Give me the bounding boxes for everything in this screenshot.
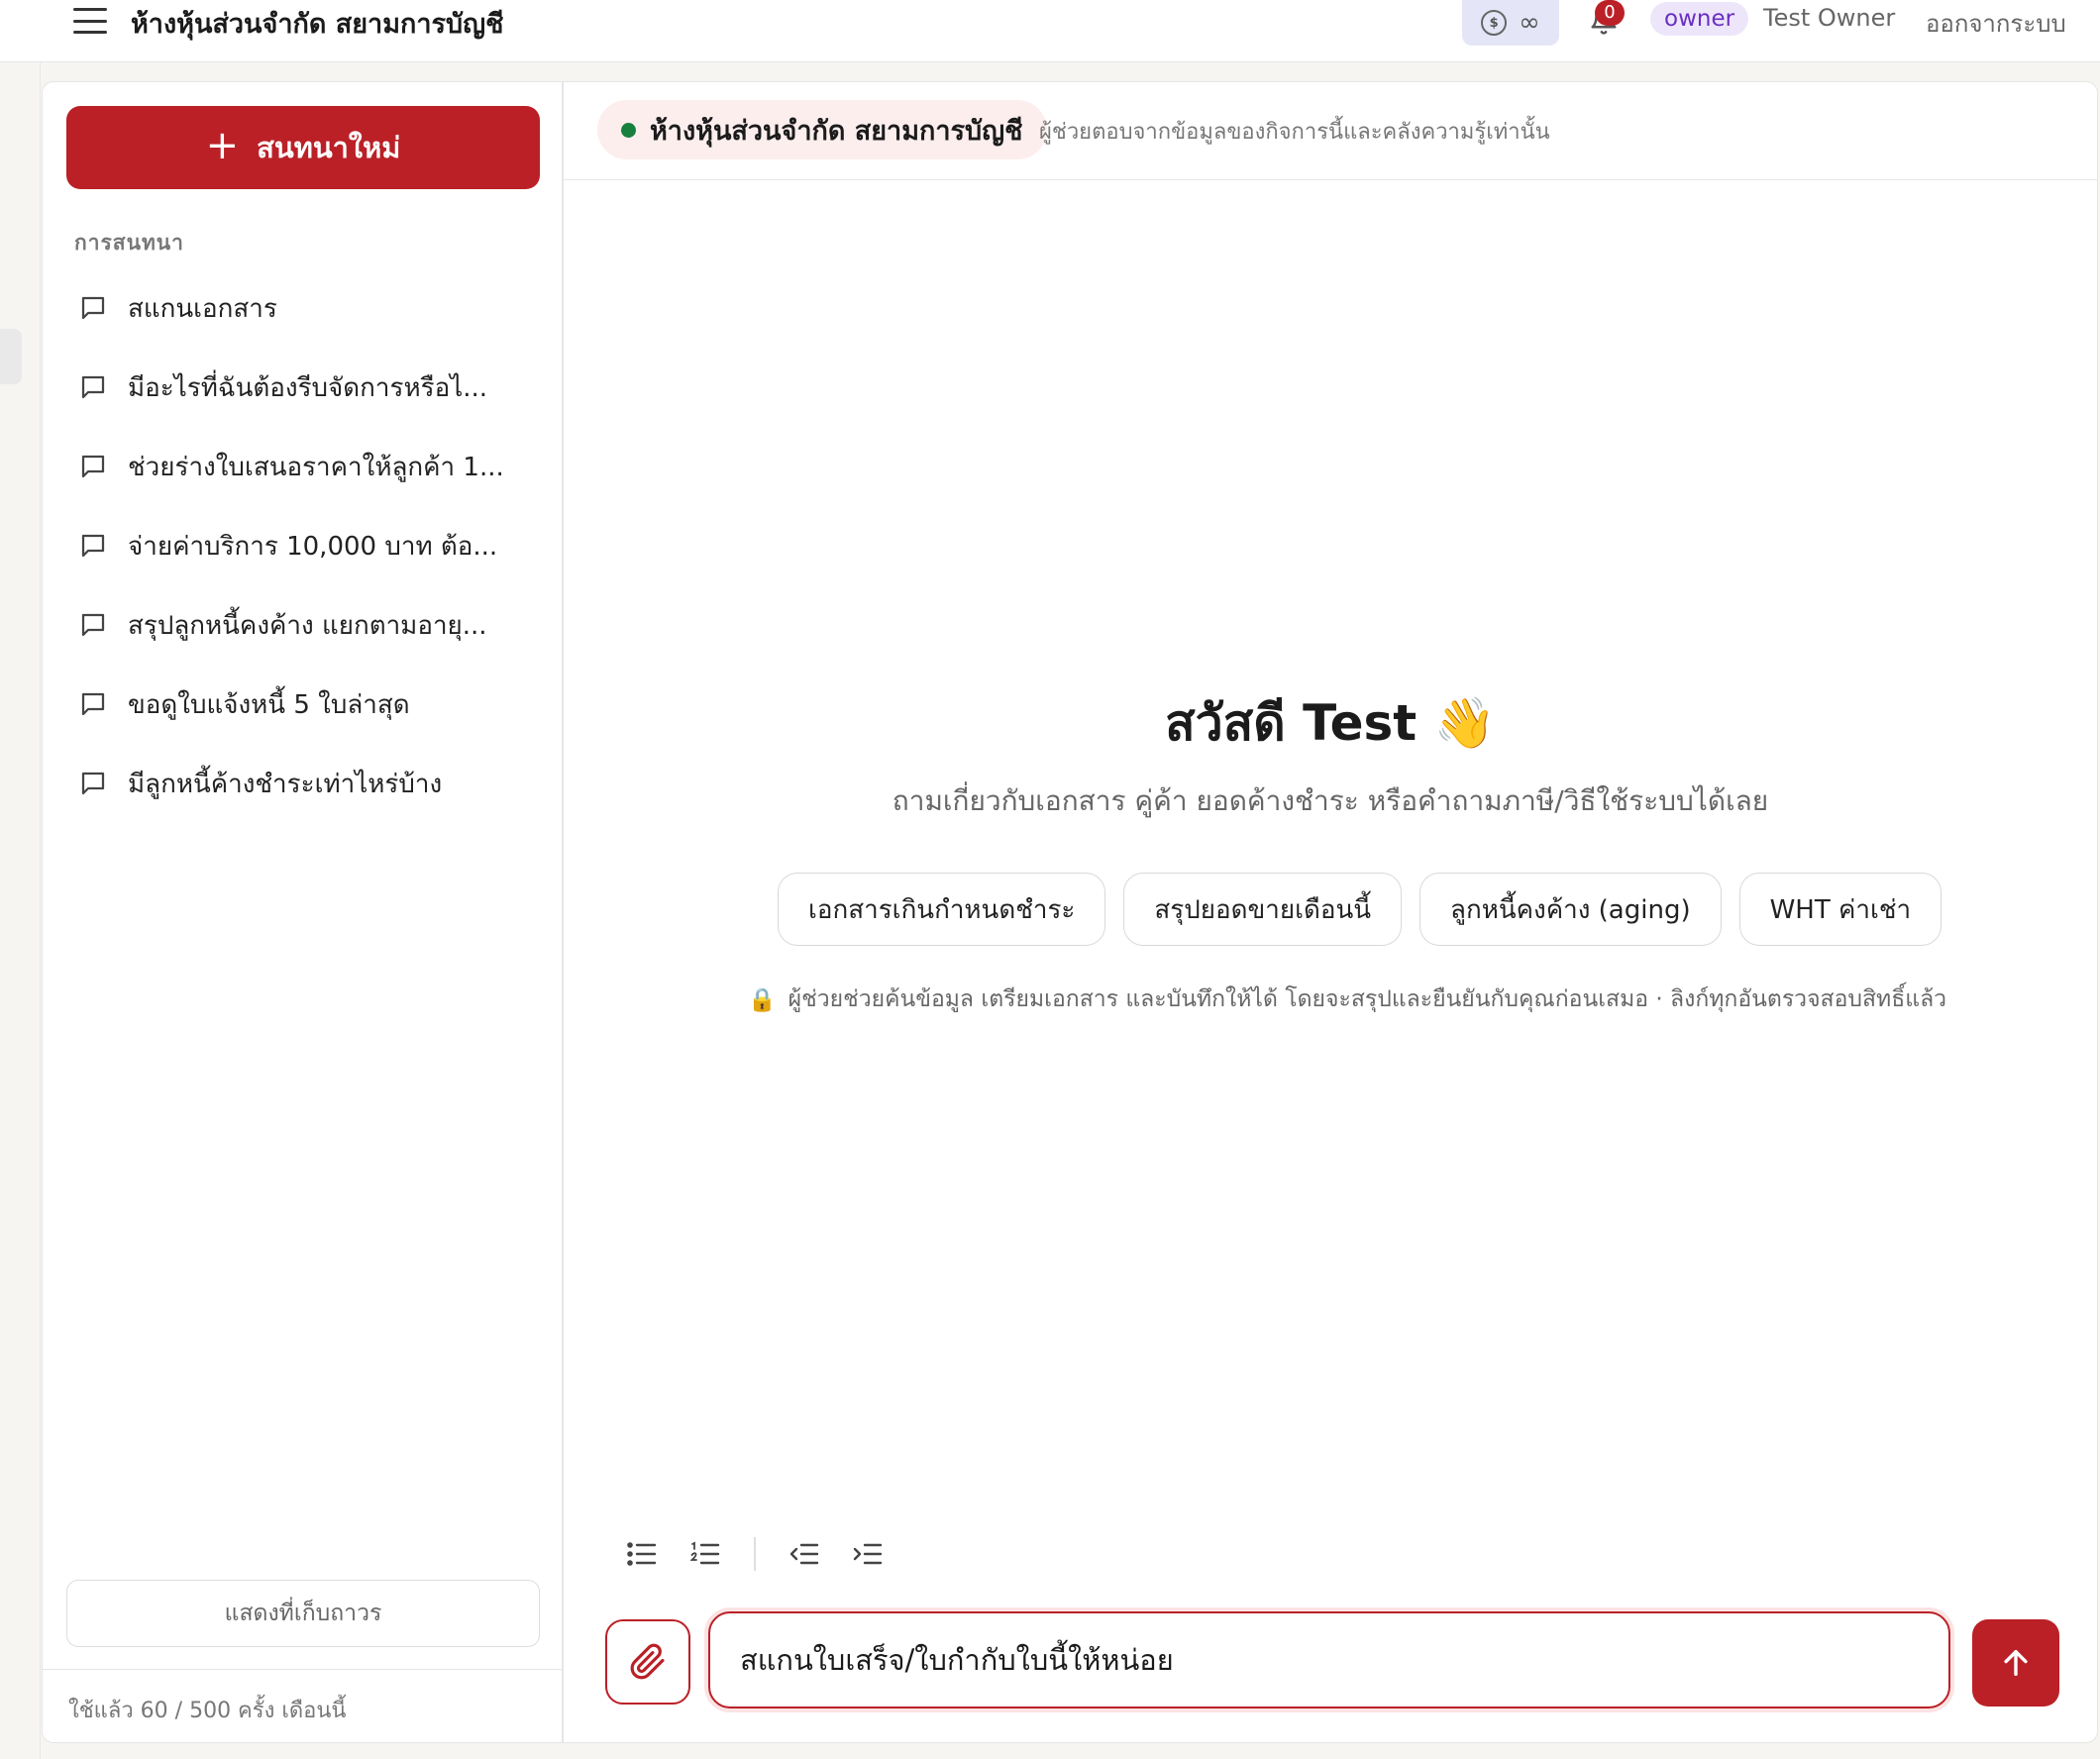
notification-count-badge: 0	[1595, 0, 1625, 26]
suggestion-chip[interactable]: เอกสารเกินกำหนดชำระ	[778, 873, 1106, 946]
conversation-item[interactable]: ขอดูใบแจ้งหนี้ 5 ใบล่าสุด	[62, 665, 544, 744]
send-button[interactable]	[1972, 1619, 2059, 1707]
credits-chip[interactable]: $ ∞	[1462, 0, 1559, 46]
rail-collapse-tab[interactable]	[0, 329, 22, 384]
divider	[43, 1669, 562, 1670]
top-bar: ห้างหุ้นส่วนจำกัด สยามการบัญชี $ ∞ 0 own…	[0, 0, 2100, 62]
menu-icon[interactable]	[73, 6, 107, 36]
conversation-item[interactable]: ช่วยร่างใบเสนอราคาให้ลูกค้า 1...	[62, 427, 544, 506]
chat-bubble-icon	[81, 296, 105, 320]
chat-bubble-icon	[81, 692, 105, 716]
new-chat-label: สนทนาใหม่	[257, 131, 401, 164]
status-dot-icon	[621, 122, 636, 138]
conversations-heading: การสนทนา	[74, 231, 184, 255]
paperclip-icon	[630, 1643, 665, 1680]
coin-icon: $	[1481, 10, 1508, 36]
chat-header: ห้างหุ้นส่วนจำกัด สยามการบัญชี ผู้ช่วยตอ…	[564, 82, 2097, 180]
company-title: ห้างหุ้นส่วนจำกัด สยามการบัญชี	[131, 9, 504, 40]
conversation-item[interactable]: มีลูกหนี้ค้างชำระเท่าไหร่บ้าง	[62, 744, 544, 823]
new-chat-button[interactable]: + สนทนาใหม่	[66, 106, 540, 189]
conversation-title: ขอดูใบแจ้งหนี้ 5 ใบล่าสุด	[128, 689, 410, 720]
conversation-item[interactable]: สรุปลูกหนี้คงค้าง แยกตามอายุ...	[62, 585, 544, 665]
suggestion-chip[interactable]: WHT ค่าเช่า	[1738, 873, 1942, 946]
attach-file-button[interactable]	[605, 1619, 690, 1705]
suggestion-chip[interactable]: ลูกหนี้คงค้าง (aging)	[1419, 873, 1722, 946]
assistant-notice: 🔒 ผู้ช่วยช่วยค้นข้อมูล เตรียมเอกสาร และบ…	[748, 982, 1946, 1017]
user-name[interactable]: Test Owner	[1763, 4, 1895, 32]
conversation-title: มีอะไรที่ฉันต้องรีบจัดการหรือไ...	[128, 372, 488, 403]
arrow-up-icon	[2004, 1649, 2028, 1677]
numbered-list-icon[interactable]	[682, 1534, 728, 1574]
plus-icon: +	[205, 123, 240, 168]
chat-bubble-icon	[81, 375, 105, 399]
left-rail	[0, 0, 41, 1759]
role-badge: owner	[1650, 2, 1749, 36]
company-scope-pill: ห้างหุ้นส่วนจำกัด สยามการบัญชี	[597, 100, 1047, 159]
message-input[interactable]: สแกนใบเสร็จ/ใบกำกับใบนี้ให้หน่อย	[708, 1611, 1950, 1708]
outdent-icon[interactable]	[782, 1534, 827, 1574]
notice-text: ผู้ช่วยช่วยค้นข้อมูล เตรียมเอกสาร และบัน…	[788, 986, 1947, 1012]
chat-panel: ห้างหุ้นส่วนจำกัด สยามการบัญชี ผู้ช่วยตอ…	[563, 81, 2098, 1743]
toolbar-separator	[754, 1537, 756, 1571]
chat-bubble-icon	[81, 613, 105, 637]
conversation-item[interactable]: สแกนเอกสาร	[62, 268, 544, 348]
lock-icon: 🔒	[748, 986, 777, 1013]
chat-bubble-icon	[81, 455, 105, 478]
chat-bubble-icon	[81, 772, 105, 795]
show-archive-button[interactable]: แสดงที่เก็บถาวร	[66, 1580, 540, 1647]
scope-company-name: ห้างหุ้นส่วนจำกัด สยามการบัญชี	[650, 115, 1023, 147]
conversation-title: จ่ายค่าบริการ 10,000 บาท ต้อ...	[128, 531, 498, 562]
conversation-title: มีลูกหนี้ค้างชำระเท่าไหร่บ้าง	[128, 769, 443, 799]
greeting-heading: สวัสดี Test 👋	[1165, 694, 1496, 752]
usage-counter: ใช้แล้ว 60 / 500 ครั้ง เดือนนี้	[68, 1699, 347, 1723]
conversation-title: สแกนเอกสาร	[128, 293, 277, 324]
conversation-item[interactable]: จ่ายค่าบริการ 10,000 บาท ต้อ...	[62, 506, 544, 585]
conversation-item[interactable]: มีอะไรที่ฉันต้องรีบจัดการหรือไ...	[62, 348, 544, 427]
conversation-title: สรุปลูกหนี้คงค้าง แยกตามอายุ...	[128, 610, 487, 641]
conversation-title: ช่วยร่างใบเสนอราคาให้ลูกค้า 1...	[128, 452, 504, 482]
bullet-list-icon[interactable]	[619, 1534, 665, 1574]
indent-icon[interactable]	[845, 1534, 891, 1574]
format-toolbar	[619, 1534, 891, 1574]
chat-bubble-icon	[81, 534, 105, 558]
suggestion-chip[interactable]: สรุปยอดขายเดือนนี้	[1123, 873, 1403, 946]
credits-value: ∞	[1519, 8, 1540, 38]
logout-link[interactable]: ออกจากระบบ	[1926, 4, 2066, 43]
suggestion-chips: เอกสารเกินกำหนดชำระ สรุปยอดขายเดือนนี้ ล…	[778, 873, 1942, 946]
conversation-list: สแกนเอกสาร มีอะไรที่ฉันต้องรีบจัดการหรือ…	[62, 268, 544, 823]
sidebar: + สนทนาใหม่ การสนทนา สแกนเอกสาร มีอะไรที…	[42, 81, 563, 1743]
greeting-subtitle: ถามเกี่ยวกับเอกสาร คู่ค้า ยอดค้างชำระ หร…	[892, 784, 1769, 817]
scope-note: ผู้ช่วยตอบจากข้อมูลของกิจการนี้และคลังคว…	[1039, 120, 1550, 145]
